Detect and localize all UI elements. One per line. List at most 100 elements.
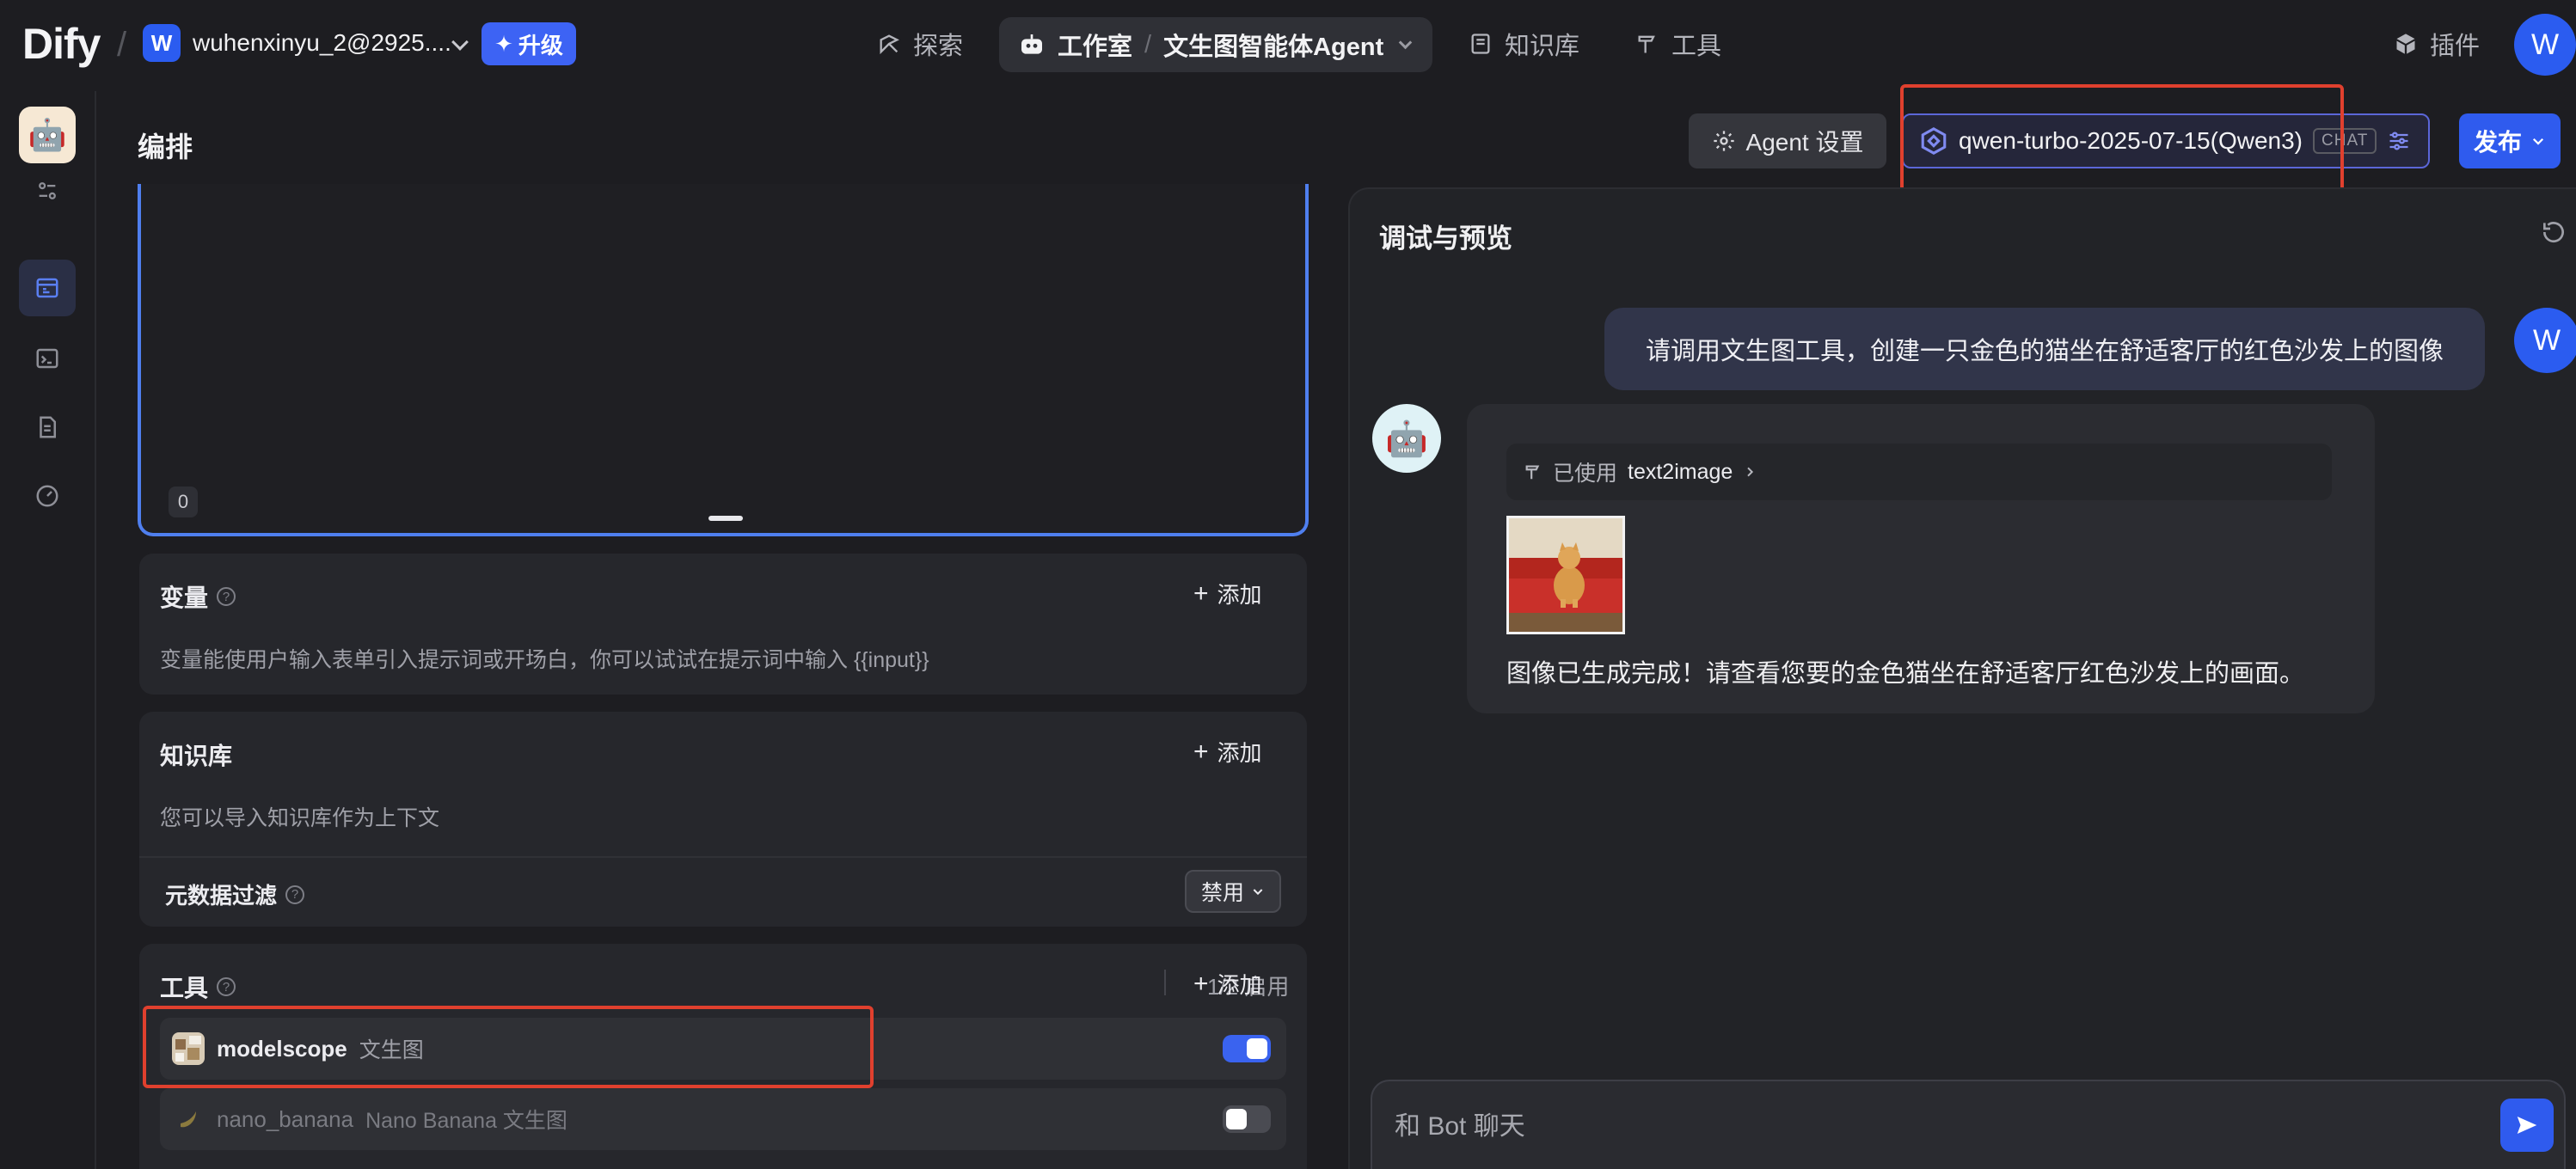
user-avatar[interactable]: W bbox=[2514, 14, 2576, 76]
workspace-name[interactable]: wuhenxinyu_2@2925.... bbox=[193, 29, 451, 57]
app-robot-icon[interactable]: 🤖 bbox=[19, 107, 76, 163]
nav-knowledge-label: 知识库 bbox=[1505, 33, 1580, 60]
knowledge-description: 您可以导入知识库作为上下文 bbox=[160, 806, 440, 830]
add-variable-button[interactable]: + 添加 bbox=[1193, 578, 1262, 609]
publish-label: 发布 bbox=[2473, 129, 2522, 156]
model-mode-tag: CHAT bbox=[2313, 128, 2377, 154]
debug-preview-panel: 调试与预览 请调用文生图工具，创建一只金色的猫坐在舒适客厅的红色沙发上的图像 W… bbox=[1348, 187, 2576, 1169]
tools-card: 工具 ? 1/2 启用 + 添加 modelscope 文生图 nano_ban… bbox=[139, 944, 1307, 1169]
model-name: qwen-turbo-2025-07-15(Qwen3) bbox=[1959, 127, 2303, 154]
qwen-logo-icon bbox=[1921, 127, 1947, 155]
hammer-icon bbox=[1525, 465, 1540, 480]
page-title: 编排 bbox=[138, 132, 193, 162]
debug-preview-title: 调试与预览 bbox=[1379, 223, 1512, 254]
chat-input-box bbox=[1371, 1080, 2566, 1169]
bot-avatar: 🤖 bbox=[1372, 404, 1441, 473]
nav-explore-label: 探索 bbox=[913, 33, 964, 60]
cube-icon bbox=[2396, 34, 2415, 54]
knowledge-title: 知识库 bbox=[160, 743, 233, 769]
tools-title-label: 工具 bbox=[160, 975, 209, 1001]
agent-settings-label: Agent 设置 bbox=[1745, 129, 1864, 156]
agent-settings-button[interactable]: Agent 设置 bbox=[1689, 113, 1886, 168]
dify-logo[interactable]: Dify bbox=[22, 19, 101, 69]
metadata-filter-label: 元数据过滤 bbox=[165, 883, 278, 909]
tool-item-nano-banana[interactable]: nano_banana Nano Banana 文生图 bbox=[160, 1088, 1286, 1150]
generated-cat-image[interactable] bbox=[1506, 516, 1625, 634]
gear-icon bbox=[1713, 131, 1734, 151]
metadata-filter-title: 元数据过滤 ? bbox=[165, 878, 305, 910]
plus-icon: + bbox=[1193, 578, 1209, 608]
tool-toggle[interactable] bbox=[1223, 1105, 1271, 1133]
variables-card: 变量 ? + 添加 变量能使用户输入表单引入提示词或开场白，你可以试试在提示词中… bbox=[139, 554, 1307, 695]
book-icon bbox=[1471, 34, 1490, 54]
orchestrate-icon[interactable] bbox=[19, 260, 76, 316]
help-icon[interactable]: ? bbox=[217, 587, 236, 606]
metadata-filter-value: 禁用 bbox=[1200, 881, 1244, 905]
robot-icon bbox=[1021, 34, 1042, 54]
send-icon bbox=[2517, 1117, 2537, 1134]
chevron-right-icon bbox=[1747, 467, 1754, 477]
help-icon[interactable]: ? bbox=[217, 977, 236, 996]
chevron-down-icon bbox=[1253, 889, 1263, 896]
add-tool-button[interactable]: + 添加 bbox=[1193, 968, 1262, 1000]
resize-handle[interactable] bbox=[708, 516, 743, 521]
chat-input[interactable] bbox=[1395, 1107, 2426, 1147]
tool-item-modelscope[interactable]: modelscope 文生图 bbox=[160, 1018, 1286, 1080]
tool-call-prefix: 已使用 bbox=[1553, 462, 1618, 486]
nav-tools[interactable]: 工具 bbox=[1635, 26, 1721, 62]
add-tool-label: 添加 bbox=[1217, 972, 1262, 998]
refresh-icon[interactable] bbox=[2540, 218, 2567, 250]
tool-name: nano_banana bbox=[217, 1105, 354, 1132]
tool-call-name: text2image bbox=[1628, 459, 1733, 484]
add-knowledge-label: 添加 bbox=[1217, 740, 1262, 766]
terminal-icon[interactable] bbox=[19, 330, 76, 387]
tools-title: 工具 ? bbox=[160, 970, 236, 1004]
variables-title-label: 变量 bbox=[160, 584, 209, 611]
upgrade-button[interactable]: ✦ 升级 bbox=[481, 22, 576, 65]
nav-explore[interactable]: 探索 bbox=[877, 26, 963, 62]
user-message-avatar: W bbox=[2514, 308, 2576, 373]
metadata-filter-select[interactable]: 禁用 bbox=[1185, 870, 1281, 913]
app-sidebar: 🤖 bbox=[0, 91, 96, 1169]
tool-name: modelscope bbox=[217, 1035, 347, 1062]
model-params-icon[interactable] bbox=[2387, 129, 2411, 153]
metadata-filter-row: 元数据过滤 ? 禁用 bbox=[139, 858, 1307, 927]
nav-tools-label: 工具 bbox=[1671, 33, 1722, 60]
variables-description: 变量能使用户输入表单引入提示词或开场白，你可以试试在提示词中输入 {{input… bbox=[160, 648, 929, 672]
add-variable-label: 添加 bbox=[1217, 582, 1262, 608]
model-selector[interactable]: qwen-turbo-2025-07-15(Qwen3) CHAT bbox=[1902, 113, 2430, 168]
breadcrumb-separator: / bbox=[1144, 30, 1152, 58]
plus-icon: + bbox=[1193, 969, 1209, 998]
nav-studio[interactable]: 工作室 / 文生图智能体Agent bbox=[999, 17, 1432, 72]
knowledge-card: 知识库 + 添加 您可以导入知识库作为上下文 元数据过滤 ? 禁用 bbox=[139, 712, 1307, 927]
send-button[interactable] bbox=[2500, 1099, 2554, 1152]
tool-call-summary[interactable]: 已使用 text2image bbox=[1506, 444, 2332, 500]
add-knowledge-button[interactable]: + 添加 bbox=[1193, 736, 1262, 768]
hammer-icon bbox=[1638, 35, 1655, 53]
chevron-down-icon[interactable] bbox=[451, 34, 469, 51]
chevron-down-icon bbox=[2532, 138, 2544, 145]
nav-studio-label: 工作室 bbox=[1058, 34, 1133, 61]
nav-knowledge[interactable]: 知识库 bbox=[1469, 26, 1579, 62]
logs-icon[interactable] bbox=[19, 399, 76, 456]
bot-message-text: 图像已生成完成！请查看您要的金色猫坐在舒适客厅红色沙发上的画面。 bbox=[1506, 660, 2305, 688]
workspace-avatar[interactable]: W bbox=[143, 24, 181, 62]
current-app-name[interactable]: 文生图智能体Agent bbox=[1163, 27, 1383, 63]
prompt-char-count: 0 bbox=[169, 487, 198, 517]
publish-button[interactable]: 发布 bbox=[2459, 113, 2561, 168]
chevron-down-icon[interactable] bbox=[1398, 35, 1413, 49]
nav-plugins-label: 插件 bbox=[2430, 33, 2481, 60]
help-icon[interactable]: ? bbox=[285, 884, 305, 904]
tool-toggle[interactable] bbox=[1223, 1035, 1271, 1062]
upgrade-label: 升级 bbox=[518, 32, 563, 58]
variables-title: 变量 ? bbox=[160, 579, 236, 614]
monitor-gauge-icon[interactable] bbox=[19, 468, 76, 524]
modelscope-icon bbox=[172, 1032, 205, 1065]
nav-plugins[interactable]: 插件 bbox=[2394, 26, 2480, 62]
prompt-editor[interactable]: 0 bbox=[138, 184, 1309, 536]
sliders-icon[interactable] bbox=[19, 174, 76, 208]
top-navigation: Dify / W wuhenxinyu_2@2925.... ✦ 升级 探索 工… bbox=[0, 0, 2576, 91]
user-message: 请调用文生图工具，创建一只金色的猫坐在舒适客厅的红色沙发上的图像 bbox=[1604, 308, 2485, 390]
divider bbox=[1164, 970, 1166, 995]
plus-icon: + bbox=[1193, 737, 1209, 766]
